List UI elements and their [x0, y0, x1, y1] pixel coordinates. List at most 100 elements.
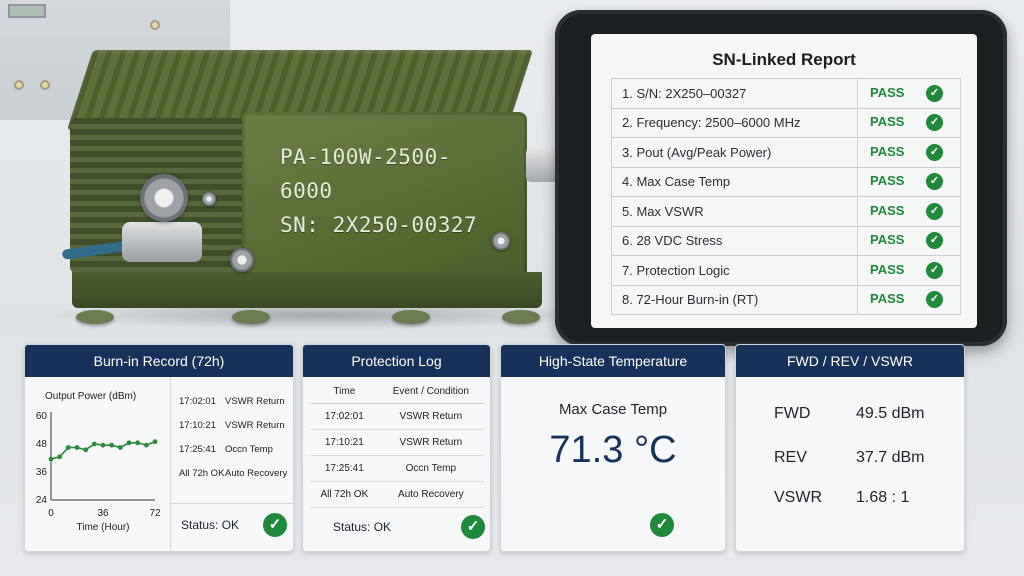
data-point: [135, 440, 141, 446]
burnin-log-row: 17:02:01 VSWR Return: [171, 389, 295, 413]
check-circle-icon: ✓: [263, 513, 288, 537]
pass-label: PASS: [870, 291, 905, 307]
fwd-value: 49.5 dBm: [856, 405, 925, 422]
protection-time: 17:02:01: [311, 403, 378, 430]
report-title: SN-Linked Report: [712, 50, 856, 69]
protection-time: 17:10:21: [311, 429, 378, 456]
report-item-result: PASS ✓: [857, 196, 961, 227]
report-row: 6. 28 VDC Stress PASS ✓: [611, 225, 961, 256]
pass-label: PASS: [870, 143, 905, 159]
mount-foot: [232, 310, 270, 324]
report-item-result: PASS ✓: [857, 255, 961, 286]
report-item-result: PASS ✓: [857, 107, 961, 138]
check-circle-icon: ✓: [650, 513, 674, 537]
check-circle-icon: ✓: [926, 84, 943, 102]
check-circle-icon: ✓: [926, 114, 943, 132]
report-row: 4. Max Case Temp PASS ✓: [611, 166, 961, 197]
protection-log-panel: Protection Log Time Event / Condition 17…: [302, 344, 491, 552]
fwd-row: FWD 49.5 dBm: [774, 405, 924, 423]
report-item-result: PASS ✓: [857, 225, 961, 256]
burnin-event-log: 17:02:01 VSWR Return 17:10:21 VSWR Return 17…: [171, 377, 295, 553]
equipment-knob: [14, 80, 24, 90]
protection-time: All 72h OK: [311, 481, 378, 508]
report-screen: SN-Linked Report 1. S/N: 2X250–00327 PASS…: [591, 34, 977, 328]
protection-log-table: Time Event / Condition 17:02:01 VSWR Retu…: [311, 381, 484, 508]
report-row: 7. Protection Logic PASS ✓: [611, 255, 961, 286]
data-point: [48, 456, 54, 462]
check-circle-icon: ✓: [926, 261, 943, 279]
tablet-device: SN-Linked Report 1. S/N: 2X250–00327 PASS…: [555, 10, 1007, 346]
x-tick-label: 0: [48, 508, 54, 519]
data-point: [152, 439, 158, 445]
burnin-log-time: All 72h OK: [179, 467, 225, 479]
protection-log-row: 17:25:41 Occn Temp: [311, 455, 484, 482]
report-row: 2. Frequency: 2500–6000 MHz PASS ✓: [611, 107, 961, 138]
report-row: 5. Max VSWR PASS ✓: [611, 196, 961, 227]
mount-foot: [76, 310, 114, 324]
data-point: [65, 445, 71, 450]
max-case-temp-value: 71.3 °C: [549, 429, 677, 471]
indicator-led: [202, 192, 216, 206]
output-power-chart-svg: Output Power (dBm) 60 48 36 240 36 72 Time (Hou…: [36, 391, 161, 533]
rf-input-connector: [122, 222, 202, 262]
x-tick-label: 72: [149, 508, 161, 519]
report-row: 1. S/N: 2X250–00327 PASS ✓: [611, 78, 961, 109]
chart-title: Output Power (dBm): [45, 391, 136, 402]
y-tick-label: 60: [36, 411, 48, 422]
device-model-label: PA-100W-2500-6000: [280, 145, 451, 203]
protection-col-time: Time: [311, 381, 378, 404]
protection-status-text: Status: OK: [333, 520, 391, 534]
mount-foot: [392, 310, 430, 324]
burnin-status: Status: OK ✓: [181, 513, 288, 537]
temperature-panel-title: High-State Temperature: [501, 345, 725, 377]
vswr-value: 1.68 : 1: [856, 489, 910, 506]
report-item-result: PASS ✓: [857, 137, 961, 168]
report-item-result: PASS ✓: [857, 78, 961, 109]
burnin-log-time: 17:10:21: [179, 419, 216, 431]
device-engraving: PA-100W-2500-6000 SN: 2X250-00327: [280, 140, 490, 242]
mount-foot: [502, 310, 540, 324]
protection-panel-title: Protection Log: [303, 345, 490, 377]
data-point: [91, 441, 97, 447]
x-axis-label: Time (Hour): [77, 522, 130, 533]
device-base: [72, 272, 542, 308]
check-circle-icon: ✓: [926, 173, 943, 191]
protection-log-row: All 72h OK Auto Recovery: [311, 481, 484, 508]
check-circle-icon: ✓: [926, 202, 943, 220]
fwd-label: FWD: [774, 405, 811, 422]
data-point: [126, 440, 132, 446]
equipment-knob: [40, 80, 50, 90]
device-serial-label: SN: 2X250-00327: [280, 213, 478, 237]
rev-row: REV 37.7 dBm: [774, 449, 924, 467]
check-circle-icon: ✓: [926, 232, 943, 250]
x-tick-label: 36: [97, 508, 109, 519]
y-tick-label: 24: [36, 495, 48, 506]
protection-event: Auto Recovery: [377, 481, 484, 508]
report-item-result: PASS ✓: [857, 284, 961, 315]
data-point: [100, 442, 106, 448]
sma-connector: [230, 248, 254, 272]
report-item-label: 8. 72-Hour Burn-in (RT): [611, 284, 858, 315]
burnin-status-text: Status: OK: [181, 518, 239, 532]
burnin-log-row: 17:25:41 Occn Temp: [171, 437, 295, 461]
burnin-status-label: Status:: [181, 518, 219, 532]
temperature-panel: High-State Temperature Max Case Temp 71.…: [500, 344, 726, 552]
sma-connector: [492, 232, 510, 250]
pass-label: PASS: [870, 84, 905, 100]
burnin-panel-title: Burn-in Record (72h): [25, 345, 293, 377]
report-item-label: 7. Protection Logic: [611, 255, 858, 286]
check-circle-icon: ✓: [926, 143, 943, 161]
equipment-knob: [150, 20, 160, 30]
protection-log-row: 17:02:01 VSWR Return: [311, 403, 484, 430]
report-item-label: 1. S/N: 2X250–00327: [611, 78, 858, 109]
protection-col-event: Event / Condition: [377, 381, 484, 404]
power-amplifier-unit: PA-100W-2500-6000 SN: 2X250-00327: [61, 40, 566, 335]
burnin-status-value: OK: [221, 518, 240, 532]
report-item-label: 6. 28 VDC Stress: [611, 225, 858, 256]
report-table: 1. S/N: 2X250–00327 PASS ✓ 2. Frequency: 25…: [611, 78, 961, 315]
pass-label: PASS: [870, 173, 905, 189]
rev-label: REV: [774, 449, 807, 466]
burnin-log-event: VSWR Return: [225, 395, 285, 407]
vswr-row: VSWR 1.68 : 1: [774, 489, 909, 507]
pass-label: PASS: [870, 232, 905, 248]
